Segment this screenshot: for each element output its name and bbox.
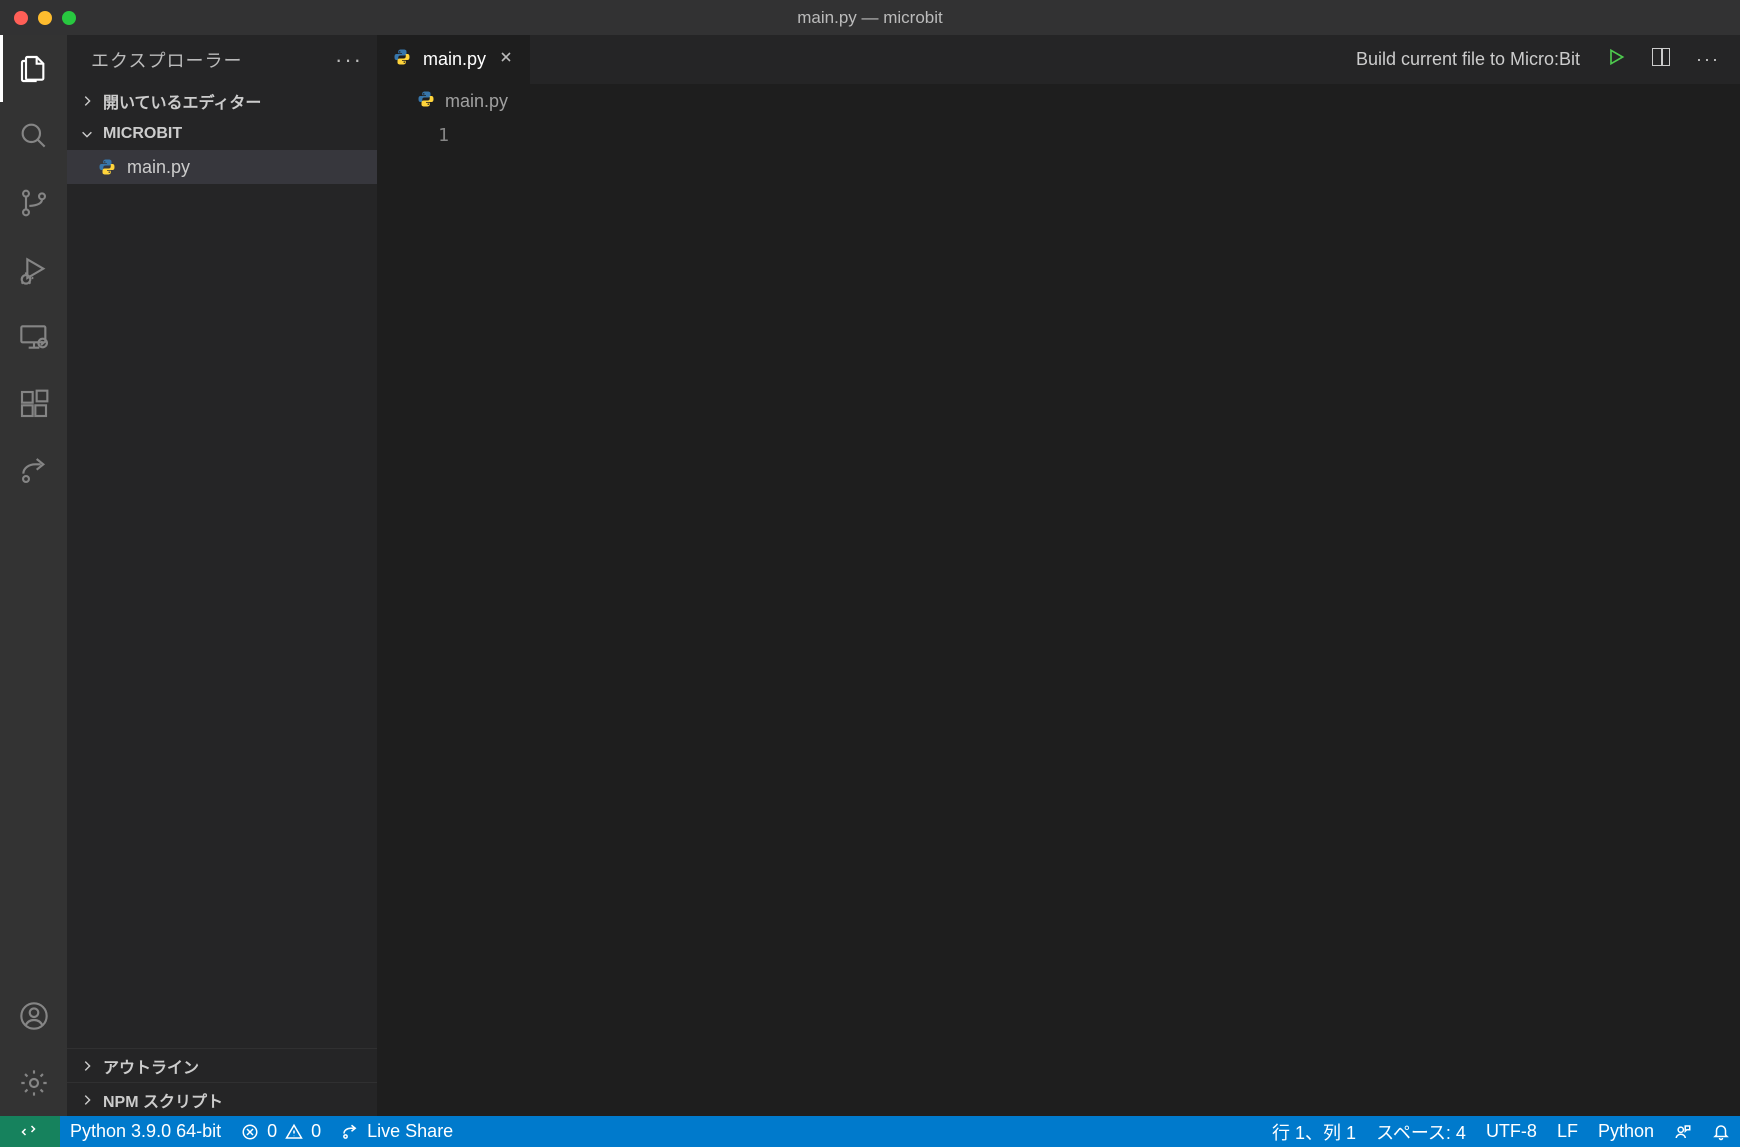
error-count: 0 — [267, 1121, 277, 1142]
sidebar-file-name: main.py — [127, 157, 190, 178]
split-editor-button[interactable] — [1652, 48, 1670, 71]
minimize-window-button[interactable] — [38, 11, 52, 25]
breadcrumbs[interactable]: main.py — [377, 84, 1740, 119]
sidebar-file-main-py[interactable]: main.py — [67, 150, 377, 184]
editor-body[interactable]: 1 — [377, 119, 1740, 1116]
sidebar-section-open-editors[interactable]: 開いているエディター — [67, 84, 377, 117]
activity-remote-explorer[interactable] — [0, 303, 67, 370]
activity-explorer[interactable] — [0, 35, 67, 102]
status-language[interactable]: Python — [1588, 1116, 1664, 1147]
remote-monitor-icon — [18, 321, 50, 353]
arrow-share-icon — [18, 455, 50, 487]
files-icon — [18, 53, 50, 85]
python-file-icon — [417, 90, 435, 113]
split-editor-icon — [1652, 48, 1670, 66]
remote-button[interactable] — [0, 1116, 60, 1147]
live-share-label: Live Share — [367, 1121, 453, 1142]
activity-extensions[interactable] — [0, 370, 67, 437]
account-icon — [18, 1000, 50, 1032]
status-language-label: Python — [1598, 1121, 1654, 1142]
tab-close-button[interactable] — [498, 49, 514, 70]
window-controls — [0, 11, 76, 25]
build-label[interactable]: Build current file to Micro:Bit — [1356, 49, 1580, 70]
activity-search[interactable] — [0, 102, 67, 169]
status-feedback[interactable] — [1664, 1116, 1702, 1147]
run-button[interactable] — [1606, 47, 1626, 72]
window-title: main.py — microbit — [0, 8, 1740, 28]
status-live-share[interactable]: Live Share — [331, 1116, 463, 1147]
live-share-icon — [341, 1123, 359, 1141]
activity-settings[interactable] — [0, 1049, 67, 1116]
sidebar-section-project[interactable]: MICROBIT — [67, 117, 377, 150]
status-bar: Python 3.9.0 64-bit 0 0 Live Share 行 1、列… — [0, 1116, 1740, 1147]
editor-column: main.py Build current file to Micro:Bit … — [377, 35, 1740, 1116]
gear-icon — [18, 1067, 50, 1099]
error-icon — [241, 1123, 259, 1141]
activity-bar — [0, 35, 67, 1116]
python-file-icon — [393, 48, 411, 71]
status-encoding[interactable]: UTF-8 — [1476, 1116, 1547, 1147]
status-cursor-label: 行 1、列 1 — [1272, 1119, 1356, 1145]
bell-icon — [1712, 1123, 1730, 1141]
gutter: 1 — [377, 119, 475, 1116]
sidebar-section-outline[interactable]: アウトライン — [67, 1048, 377, 1082]
git-branch-icon — [18, 187, 50, 219]
extensions-icon — [18, 388, 50, 420]
status-cursor[interactable]: 行 1、列 1 — [1262, 1116, 1366, 1147]
search-icon — [18, 120, 50, 152]
remote-icon — [21, 1123, 39, 1141]
open-editors-label: 開いているエディター — [103, 89, 261, 113]
tab-bar: main.py Build current file to Micro:Bit … — [377, 35, 1740, 84]
person-feedback-icon — [1674, 1123, 1692, 1141]
status-spaces-label: スペース: 4 — [1376, 1119, 1466, 1145]
tab-actions: Build current file to Micro:Bit ··· — [1336, 35, 1740, 84]
activity-accounts[interactable] — [0, 982, 67, 1049]
code-area[interactable] — [475, 119, 1740, 1116]
close-window-button[interactable] — [14, 11, 28, 25]
sidebar-title: エクスプローラー — [91, 47, 242, 73]
titlebar: main.py — microbit — [0, 0, 1740, 35]
tab-label: main.py — [423, 49, 486, 70]
chevron-right-icon — [77, 94, 97, 108]
sidebar-title-row: エクスプローラー ··· — [67, 35, 377, 84]
activity-live-share[interactable] — [0, 437, 67, 504]
tab-more-button[interactable]: ··· — [1696, 49, 1720, 70]
play-bug-icon — [18, 254, 50, 286]
status-bell[interactable] — [1702, 1116, 1740, 1147]
status-spaces[interactable]: スペース: 4 — [1366, 1116, 1476, 1147]
sidebar-more-button[interactable]: ··· — [335, 47, 363, 73]
python-file-icon — [97, 157, 117, 177]
line-number: 1 — [377, 125, 449, 146]
status-python[interactable]: Python 3.9.0 64-bit — [60, 1116, 231, 1147]
chevron-right-icon — [77, 1059, 97, 1073]
status-eol[interactable]: LF — [1547, 1116, 1588, 1147]
tab-main-py[interactable]: main.py — [377, 35, 530, 84]
activity-source-control[interactable] — [0, 169, 67, 236]
status-problems[interactable]: 0 0 — [231, 1116, 331, 1147]
chevron-right-icon — [77, 1093, 97, 1107]
sidebar-section-npm[interactable]: NPM スクリプト — [67, 1082, 377, 1116]
status-eol-label: LF — [1557, 1121, 1578, 1142]
project-label: MICROBIT — [103, 125, 182, 143]
npm-label: NPM スクリプト — [103, 1088, 223, 1112]
warning-count: 0 — [311, 1121, 321, 1142]
chevron-down-icon — [77, 127, 97, 141]
status-python-label: Python 3.9.0 64-bit — [70, 1121, 221, 1142]
sidebar: エクスプローラー ··· 開いているエディター MICROBIT main.py… — [67, 35, 377, 1116]
status-encoding-label: UTF-8 — [1486, 1121, 1537, 1142]
main-area: エクスプローラー ··· 開いているエディター MICROBIT main.py… — [0, 35, 1740, 1116]
outline-label: アウトライン — [103, 1054, 199, 1078]
fullscreen-window-button[interactable] — [62, 11, 76, 25]
warning-icon — [285, 1123, 303, 1141]
breadcrumb-file: main.py — [445, 91, 508, 112]
activity-run-debug[interactable] — [0, 236, 67, 303]
